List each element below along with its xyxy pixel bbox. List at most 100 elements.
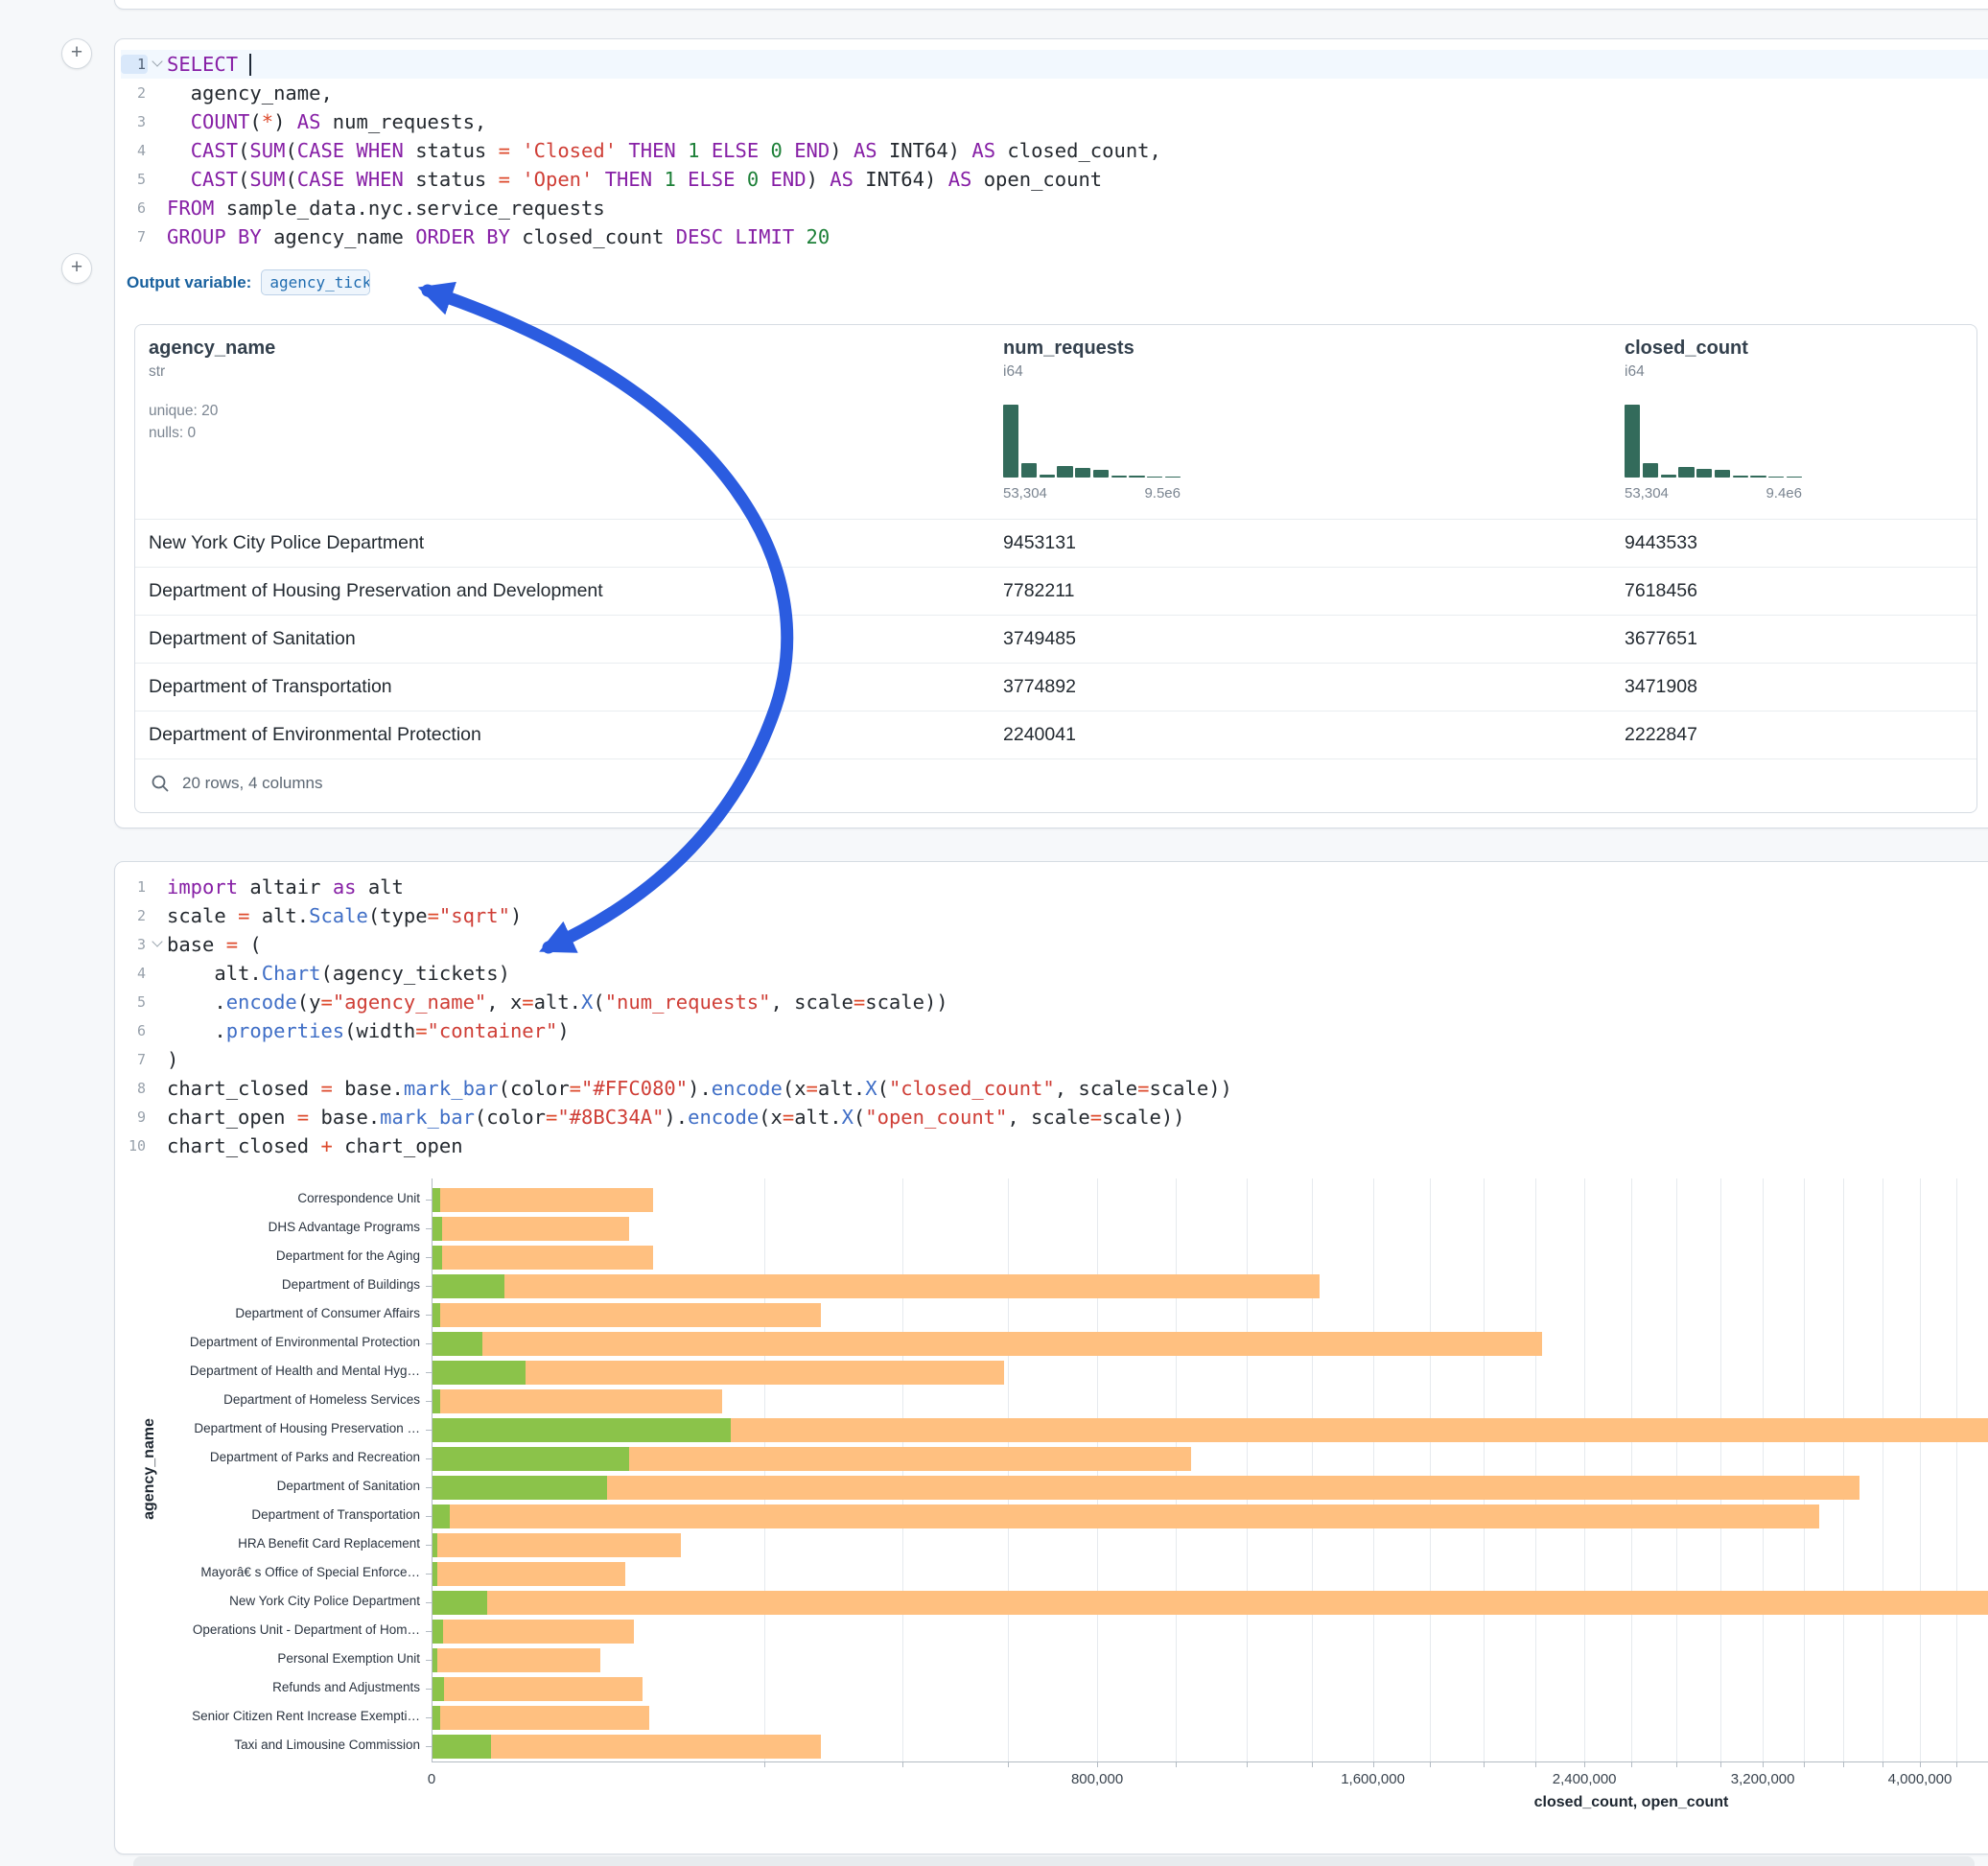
bar-closed bbox=[433, 1476, 1859, 1500]
bar-closed bbox=[433, 1591, 1988, 1615]
gridline bbox=[1247, 1178, 1248, 1761]
column-name: closed_count bbox=[1625, 338, 1802, 360]
y-axis-label: Correspondence Unit bbox=[115, 1191, 420, 1205]
bar-closed bbox=[433, 1648, 600, 1672]
y-axis-label: HRA Benefit Card Replacement bbox=[115, 1536, 420, 1551]
code-line[interactable]: 5 .encode(y="agency_name", x=alt.X("num_… bbox=[121, 988, 1988, 1016]
next-cell-edge bbox=[133, 1856, 1975, 1866]
gridline bbox=[1676, 1178, 1677, 1761]
x-axis-label: 1,600,000 bbox=[1306, 1771, 1440, 1787]
line-number: 7 bbox=[121, 1050, 148, 1069]
y-axis-tick bbox=[426, 1343, 432, 1344]
results-table[interactable]: agency_name str unique: 20 nulls: 0 num_… bbox=[134, 324, 1977, 813]
line-number: 3 bbox=[121, 112, 148, 131]
output-variable-pill[interactable]: agency_tickets bbox=[261, 269, 370, 295]
code-line[interactable]: 2 agency_name, bbox=[121, 79, 1988, 107]
table-row: Department of Transportation377489234719… bbox=[135, 664, 1976, 711]
table-cell: 3471908 bbox=[1625, 676, 1976, 698]
histogram-bar bbox=[1643, 463, 1658, 478]
python-code-editor[interactable]: 1import altair as alt2scale = alt.Scale(… bbox=[115, 862, 1988, 1164]
code-text: agency_name, bbox=[167, 82, 333, 105]
y-axis-label: Department of Consumer Affairs bbox=[115, 1306, 420, 1320]
y-axis-label: DHS Advantage Programs bbox=[115, 1220, 420, 1234]
code-line[interactable]: 9chart_open = base.mark_bar(color="#8BC3… bbox=[121, 1103, 1988, 1131]
code-text: .encode(y="agency_name", x=alt.X("num_re… bbox=[167, 991, 948, 1014]
code-line[interactable]: 4 alt.Chart(agency_tickets) bbox=[121, 959, 1988, 988]
bar-open bbox=[433, 1188, 440, 1212]
histogram-range: 53,304 9.5e6 bbox=[1003, 485, 1181, 501]
histogram-min-label: 53,304 bbox=[1003, 485, 1047, 501]
histogram-bar bbox=[1075, 468, 1090, 478]
histogram-bar bbox=[1733, 476, 1748, 478]
bar-open bbox=[433, 1476, 607, 1500]
y-axis-label: Mayorâ€ s Office of Special Enforce… bbox=[115, 1565, 420, 1579]
code-line[interactable]: 8chart_closed = base.mark_bar(color="#FF… bbox=[121, 1074, 1988, 1103]
code-line[interactable]: 3base = ( bbox=[121, 930, 1988, 959]
histogram-bar bbox=[1787, 477, 1802, 478]
code-line[interactable]: 6FROM sample_data.nyc.service_requests bbox=[121, 194, 1988, 222]
table-row: New York City Police Department945313194… bbox=[135, 520, 1976, 568]
fold-chevron-icon[interactable] bbox=[148, 56, 167, 73]
fold-chevron-icon[interactable] bbox=[148, 936, 167, 953]
histogram-max-label: 9.4e6 bbox=[1766, 485, 1802, 501]
bar-closed bbox=[433, 1332, 1542, 1356]
y-axis-tick bbox=[426, 1372, 432, 1373]
column-type: str bbox=[149, 363, 165, 381]
column-header-closed-count: closed_count i64 53,304 9.4e6 bbox=[1625, 338, 1802, 360]
code-line[interactable]: 5 CAST(SUM(CASE WHEN status = 'Open' THE… bbox=[121, 165, 1988, 194]
gridline bbox=[1763, 1178, 1764, 1761]
x-axis-label: 2,400,000 bbox=[1517, 1771, 1651, 1787]
bar-closed bbox=[433, 1274, 1320, 1298]
gridline bbox=[1430, 1178, 1431, 1761]
y-axis-title: agency_name bbox=[141, 1373, 158, 1565]
gridline bbox=[1484, 1178, 1485, 1761]
histogram-bar bbox=[1696, 469, 1712, 478]
bar-open bbox=[433, 1735, 491, 1759]
add-cell-button-middle[interactable]: + bbox=[61, 253, 92, 284]
bar-open bbox=[433, 1562, 437, 1586]
y-axis-label: Operations Unit - Department of Hom… bbox=[115, 1622, 420, 1637]
table-cell: Department of Sanitation bbox=[149, 628, 1003, 650]
table-cell: 7782211 bbox=[1003, 580, 1625, 602]
table-body: New York City Police Department945313194… bbox=[135, 520, 1976, 759]
table-cell: 3774892 bbox=[1003, 676, 1625, 698]
y-axis-label: Senior Citizen Rent Increase Exempti… bbox=[115, 1709, 420, 1723]
bar-open bbox=[433, 1246, 442, 1270]
gridline bbox=[1312, 1178, 1313, 1761]
y-axis-label: Department for the Aging bbox=[115, 1248, 420, 1263]
text-cursor bbox=[249, 54, 251, 76]
bar-open bbox=[433, 1303, 440, 1327]
table-cell: 7618456 bbox=[1625, 580, 1976, 602]
table-row: Department of Sanitation37494853677651 bbox=[135, 616, 1976, 664]
code-line[interactable]: 3 COUNT(*) AS num_requests, bbox=[121, 107, 1988, 136]
code-line[interactable]: 10chart_closed + chart_open bbox=[121, 1131, 1988, 1160]
y-axis-tick bbox=[426, 1545, 432, 1546]
table-header: agency_name str unique: 20 nulls: 0 num_… bbox=[135, 325, 1976, 520]
y-axis-tick bbox=[426, 1660, 432, 1661]
code-line[interactable]: 6 .properties(width="container") bbox=[121, 1016, 1988, 1045]
code-text: alt.Chart(agency_tickets) bbox=[167, 962, 510, 985]
y-axis-tick bbox=[426, 1228, 432, 1229]
line-number: 4 bbox=[121, 964, 148, 983]
code-line[interactable]: 4 CAST(SUM(CASE WHEN status = 'Closed' T… bbox=[121, 136, 1988, 165]
histogram-bar bbox=[1003, 405, 1018, 478]
sql-code-editor[interactable]: 1SELECT 2 agency_name,3 COUNT(*) AS num_… bbox=[115, 39, 1988, 255]
line-number: 5 bbox=[121, 992, 148, 1012]
search-icon[interactable] bbox=[151, 774, 170, 793]
gridline bbox=[1535, 1178, 1536, 1761]
line-number: 1 bbox=[121, 55, 148, 74]
bar-open bbox=[433, 1217, 442, 1241]
y-axis-tick bbox=[426, 1631, 432, 1632]
bar-open bbox=[433, 1447, 629, 1471]
column-meta-unique: unique: 20 bbox=[149, 403, 218, 420]
code-line[interactable]: 7) bbox=[121, 1045, 1988, 1074]
code-line[interactable]: 1import altair as alt bbox=[121, 873, 1988, 901]
code-line[interactable]: 1SELECT bbox=[121, 50, 1988, 79]
code-line[interactable]: 2scale = alt.Scale(type="sqrt") bbox=[121, 901, 1988, 930]
add-cell-button-top[interactable]: + bbox=[61, 38, 92, 69]
code-text: base = ( bbox=[167, 933, 262, 956]
code-line[interactable]: 7GROUP BY agency_name ORDER BY closed_co… bbox=[121, 222, 1988, 251]
line-number: 5 bbox=[121, 170, 148, 189]
histogram-bar bbox=[1111, 476, 1127, 478]
code-text: chart_open = base.mark_bar(color="#8BC34… bbox=[167, 1106, 1185, 1129]
